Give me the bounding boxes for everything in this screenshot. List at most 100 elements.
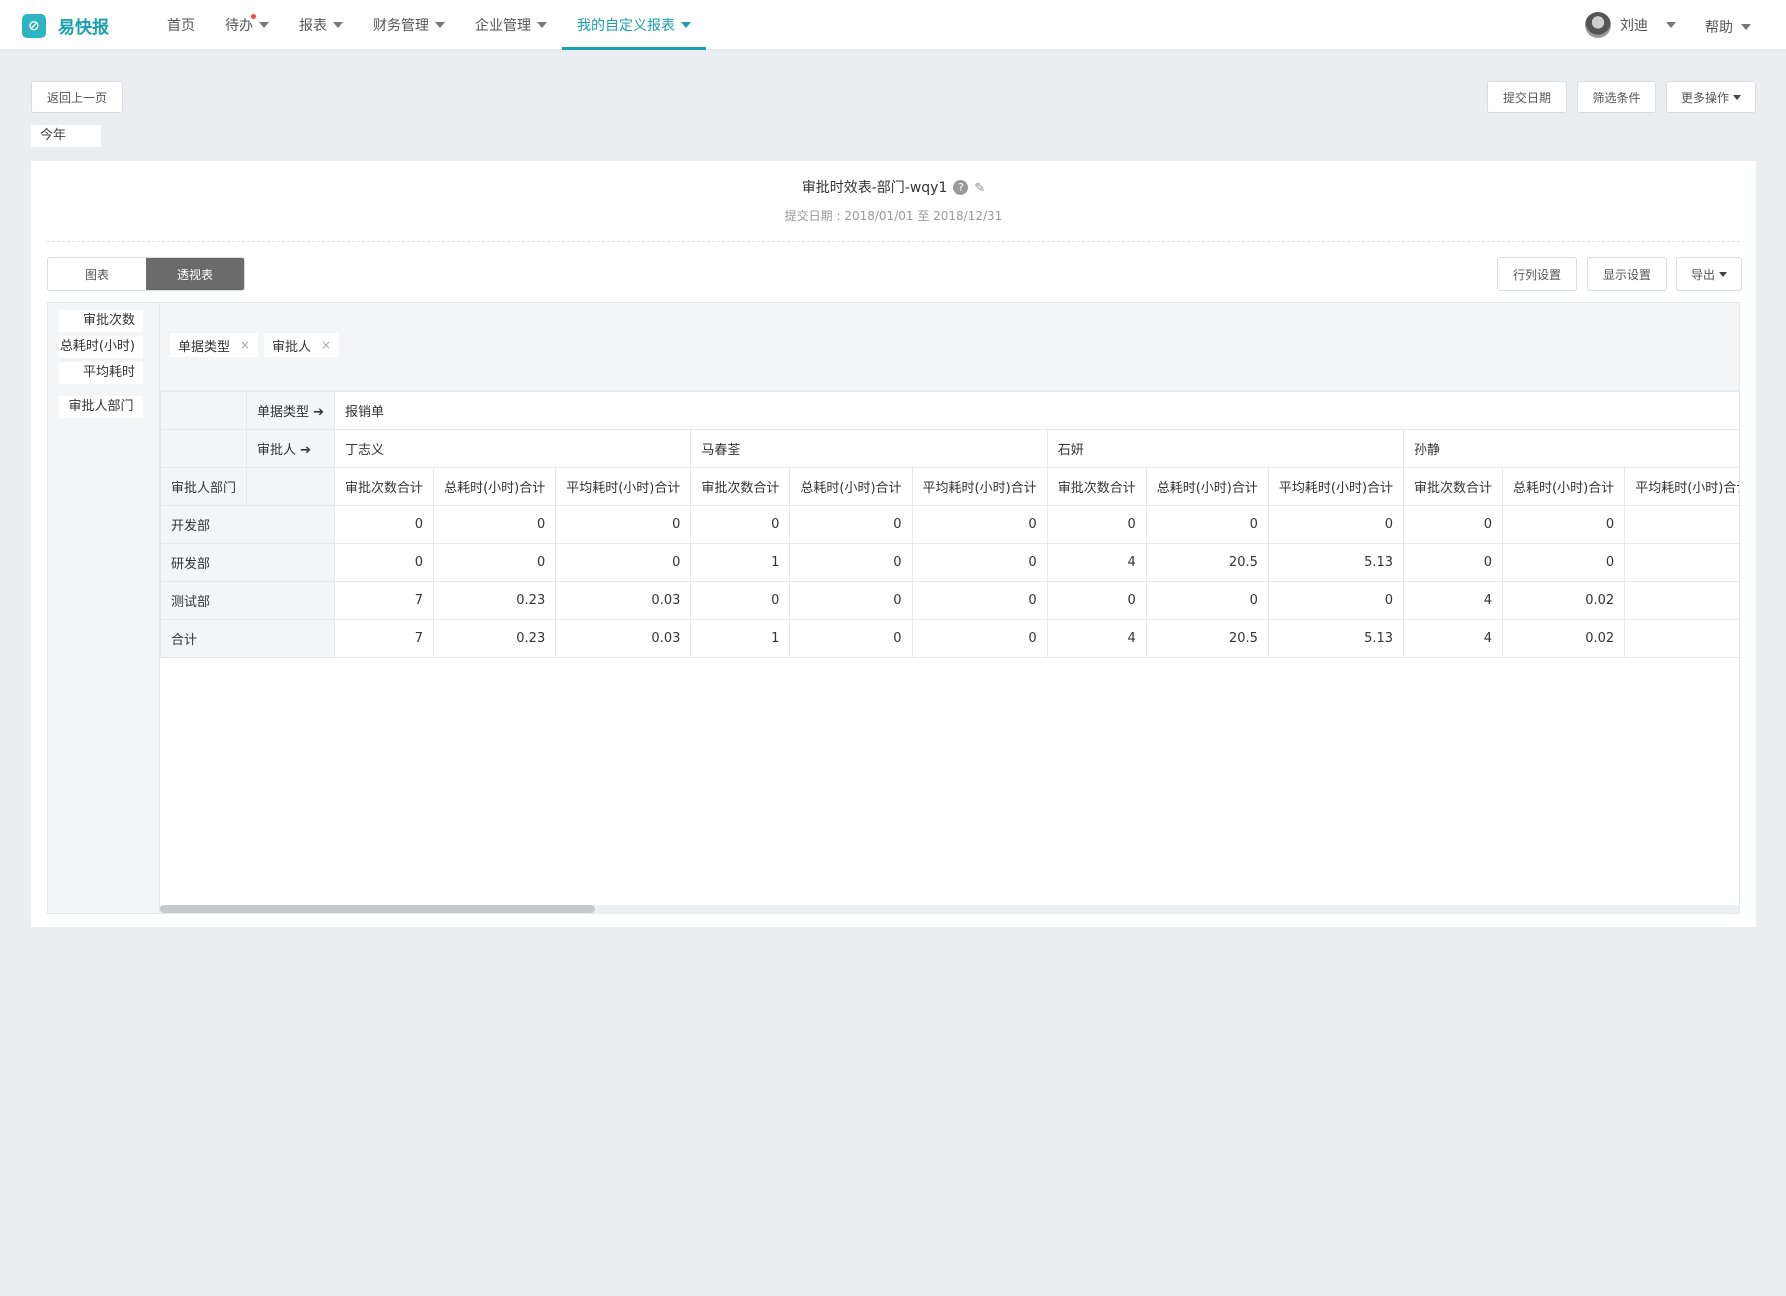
report-subtitle: 提交日期 : 2018/01/01 至 2018/12/31 (784, 209, 1003, 223)
chevron-down-icon (435, 22, 445, 28)
nav-finance[interactable]: 财务管理 (358, 0, 460, 50)
value-cell: 7 (334, 581, 435, 620)
chevron-down-icon (681, 22, 691, 28)
value-cell: 4 (1403, 581, 1504, 620)
tab-pivot[interactable]: 透视表 (146, 258, 244, 290)
user-menu[interactable]: 刘迪 (1585, 12, 1676, 38)
column-chip-label: 审批人 (272, 339, 312, 355)
close-icon[interactable]: × (321, 338, 331, 352)
value-cell: 0.23 (433, 581, 557, 620)
nav-home[interactable]: 首页 (152, 0, 210, 50)
chevron-down-icon (1719, 271, 1727, 277)
pivot-table: 单据类型 ➔ 报销单 审批人 ➔ 丁志义 马春荃 石妍 孙静 审批人部门 审批次… (160, 391, 1739, 658)
back-button[interactable]: 返回上一页 (31, 81, 123, 113)
pivot-body: 开发部 0 0 0 0 0 0 0 0 0 0 0 研发部 0 0 0 1 0 0 4 20.5 5.13 0 0 测试部 7 0.… (160, 505, 1739, 658)
more-actions-label: 更多操作 (1680, 90, 1729, 105)
pivot-area: 审批次数 总耗时(小时) 平均耗时 审批人部门 单据类型 × 审批人 × 单据类型 (47, 302, 1740, 914)
filters-button[interactable]: 筛选条件 (1577, 81, 1656, 113)
value-cell: 20.5 (1145, 543, 1269, 582)
divider (47, 241, 1740, 242)
pivot-table-area: 单据类型 ➔ 报销单 审批人 ➔ 丁志义 马春荃 石妍 孙静 审批人部门 审批次… (160, 391, 1739, 913)
value-cell: 0 (789, 619, 913, 658)
app-logo[interactable]: ⊘ 易快报 (22, 13, 109, 38)
chevron-down-icon (1741, 24, 1751, 30)
chevron-down-icon (333, 22, 343, 28)
value-cell: 1 (690, 619, 791, 658)
close-icon[interactable]: × (240, 338, 250, 352)
notification-dot (251, 14, 256, 19)
submit-date-label: 提交日期 (1502, 90, 1551, 105)
header-row-approver: 审批人 ➔ 丁志义 马春荃 石妍 孙静 (160, 429, 1739, 468)
value-cell: 0.23 (433, 619, 557, 658)
chevron-down-icon (1666, 22, 1676, 28)
corner-cell (160, 429, 248, 468)
header-row-measures: 审批人部门 审批次数合计 总耗时(小时)合计 平均耗时(小时)合计 审批次数合计… (160, 467, 1739, 506)
value-cell: 0 (1403, 543, 1504, 582)
value-cell: 0 (334, 543, 435, 582)
nav-reports[interactable]: 报表 (284, 0, 358, 50)
edit-icon[interactable]: ✎ (974, 181, 985, 196)
display-settings-button[interactable]: 显示设置 (1587, 257, 1667, 291)
value-cell (1624, 619, 1739, 658)
measure-field[interactable]: 平均耗时 (59, 362, 143, 384)
measure-field[interactable]: 审批次数 (59, 310, 143, 332)
value-cell: 0 (1502, 505, 1626, 544)
report-title: 审批时效表-部门-wqy1 (801, 180, 948, 196)
horizontal-scrollbar[interactable] (160, 905, 1739, 913)
value-cell: 0 (1046, 581, 1147, 620)
export-button[interactable]: 导出 (1676, 257, 1742, 291)
nav-enterprise-label: 企业管理 (475, 18, 531, 34)
value-cell: 0 (1046, 505, 1147, 544)
more-actions-button[interactable]: 更多操作 (1666, 81, 1756, 113)
value-cell: 0.02 (1502, 619, 1626, 658)
corner-cell (246, 467, 336, 506)
header-label: 审批人 ➔ (246, 429, 336, 468)
column-chip[interactable]: 审批人 × (264, 333, 340, 357)
help-menu[interactable]: 帮助 (1705, 17, 1751, 37)
nav-todo[interactable]: 待办 (210, 0, 284, 50)
table-row: 合计 7 0.23 0.03 1 0 0 4 20.5 5.13 4 0.02 (160, 619, 1739, 658)
value-cell: 4 (1046, 543, 1147, 582)
period-tag[interactable]: 今年 (31, 125, 101, 147)
value-cell: 0.03 (555, 619, 692, 658)
nav-custom-reports-label: 我的自定义报表 (577, 18, 675, 34)
value-cell: 0 (555, 505, 692, 544)
column-field-zone: 单据类型 × 审批人 × (160, 303, 1739, 391)
value-cell: 0 (690, 505, 791, 544)
measure-header: 平均耗时(小时)合计 (1267, 467, 1405, 506)
value-cell: 0.02 (1502, 581, 1626, 620)
header-label: 单据类型 ➔ (246, 391, 336, 430)
value-cell (1624, 581, 1739, 620)
value-cell: 0 (1267, 581, 1405, 620)
value-cell: 0 (911, 619, 1048, 658)
tab-chart[interactable]: 图表 (48, 258, 146, 290)
row-field[interactable]: 审批人部门 (59, 396, 143, 418)
row-header: 审批人部门 (160, 467, 248, 506)
header-row-doc-type: 单据类型 ➔ 报销单 (160, 391, 1739, 430)
value-cell: 0 (1403, 505, 1504, 544)
value-cell: 5.13 (1267, 619, 1405, 658)
column-chip[interactable]: 单据类型 × (170, 333, 259, 357)
nav-enterprise[interactable]: 企业管理 (460, 0, 562, 50)
measure-header: 平均耗时(小时)合计 (911, 467, 1048, 506)
value-cell: 0 (789, 505, 913, 544)
table-row: 测试部 7 0.23 0.03 0 0 0 0 0 0 4 0.02 (160, 581, 1739, 620)
value-cell: 4 (1403, 619, 1504, 658)
row-dept-cell: 合计 (160, 619, 336, 658)
value-cell: 0 (911, 543, 1048, 582)
submit-date-button[interactable]: 提交日期 (1487, 81, 1567, 113)
display-settings-label: 显示设置 (1602, 267, 1651, 282)
scrollbar-thumb[interactable] (160, 905, 595, 913)
measure-header: 平均耗时(小时)合计 (555, 467, 692, 506)
chevron-down-icon (537, 22, 547, 28)
nav-custom-reports[interactable]: 我的自定义报表 (562, 0, 706, 50)
help-icon[interactable]: ? (953, 180, 969, 195)
value-cell: 0 (690, 581, 791, 620)
row-col-settings-button[interactable]: 行列设置 (1497, 257, 1577, 291)
approver-header: 马春荃 (690, 429, 1048, 468)
measure-header: 总耗时(小时)合计 (1502, 467, 1626, 506)
value-cell: 0 (433, 543, 557, 582)
measure-field[interactable]: 总耗时(小时) (59, 336, 143, 358)
value-cell: 0 (1502, 543, 1626, 582)
value-cell: 0 (555, 543, 692, 582)
